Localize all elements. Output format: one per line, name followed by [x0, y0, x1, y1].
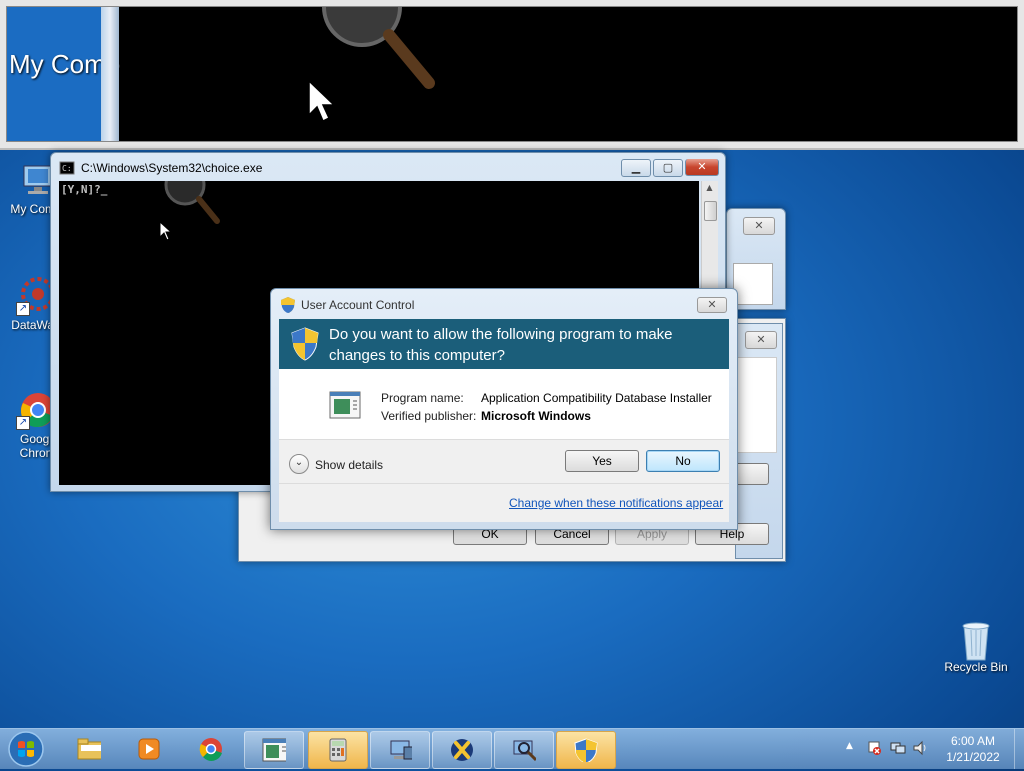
shortcut-arrow-icon: ↗ [16, 302, 30, 316]
taskbar-item-calculator[interactable] [308, 731, 368, 769]
change-notifications-link[interactable]: Change when these notifications appear [509, 496, 723, 510]
clock-time: 6:00 AM [950, 734, 996, 748]
system-clock[interactable]: 6:00 AM 1/21/2022 [936, 733, 1010, 765]
taskbar-item-media-player[interactable] [120, 731, 178, 767]
clock-date: 1/21/2022 [946, 750, 1000, 764]
chrome-icon [199, 738, 222, 761]
xbox-x-icon [451, 739, 473, 761]
console-icon: C: [59, 161, 75, 175]
close-icon[interactable]: ✕ [743, 217, 775, 235]
start-button[interactable] [4, 730, 48, 768]
show-desktop-button[interactable] [1014, 729, 1024, 769]
taskbar-item-explorer[interactable] [60, 731, 118, 767]
uac-question: Do you want to allow the following progr… [329, 326, 673, 364]
taskbar-item-xbox[interactable] [432, 731, 492, 769]
action-center-icon[interactable] [866, 740, 882, 756]
maximize-button[interactable]: ▢ [653, 159, 683, 177]
uac-dialog[interactable]: User Account Control ✕ Do you want to al… [270, 288, 738, 530]
magnified-cursor-icon [308, 79, 336, 123]
taskbar-item-chrome[interactable] [182, 731, 240, 767]
console-prompt: [Y,N]?_ [61, 183, 107, 196]
app-installer-icon [262, 738, 286, 762]
close-button[interactable]: ✕ [697, 297, 727, 313]
taskbar-item-network[interactable] [370, 731, 430, 769]
uac-footer: ⌄ Show details Yes No Change when these … [279, 439, 729, 522]
show-hidden-icons-icon[interactable]: ▲ [846, 741, 853, 751]
show-details-label[interactable]: Show details [315, 458, 383, 472]
magnifier-content: My Comp [6, 6, 1018, 142]
network-icon[interactable] [890, 740, 906, 756]
background-dialog-panel [733, 263, 773, 305]
windows-logo-icon [8, 731, 44, 767]
background-dialog-panel [735, 357, 777, 453]
taskbar-item-app-installer[interactable] [244, 731, 304, 769]
calculator-icon [329, 738, 347, 762]
minimize-button[interactable]: ▁ [621, 159, 651, 177]
background-dialog-button[interactable] [733, 463, 769, 485]
console-prompt-text: [Y,N]? [61, 183, 101, 196]
console-window-title: C:\Windows\System32\choice.exe [81, 161, 263, 175]
desktop-icon-label: Recycle Bin [944, 660, 1008, 674]
taskbar-item-uac[interactable] [556, 731, 616, 769]
no-button[interactable]: No [646, 450, 720, 472]
program-name-label: Program name: [381, 391, 464, 405]
media-player-icon [138, 738, 160, 760]
uac-shield-icon [574, 738, 598, 762]
console-cursor: _ [100, 183, 108, 196]
divider [279, 483, 729, 484]
recycle-bin-icon [956, 618, 996, 661]
yes-button[interactable]: Yes [565, 450, 639, 472]
uac-header-banner: Do you want to allow the following progr… [279, 319, 729, 369]
network-computer-icon [390, 740, 412, 760]
mouse-cursor-icon [159, 221, 173, 241]
program-name-value: Application Compatibility Database Insta… [481, 391, 712, 405]
svg-text:C:: C: [62, 164, 72, 173]
taskbar-item-search-computer[interactable] [494, 731, 554, 769]
uac-large-shield-icon [291, 327, 319, 361]
close-button[interactable]: ✕ [685, 159, 719, 176]
folder-icon [77, 738, 101, 760]
uac-program-info: Program name: Application Compatibility … [279, 369, 729, 439]
program-icon [329, 391, 361, 419]
desktop-icon-recycle-bin[interactable]: Recycle Bin [940, 618, 1012, 674]
publisher-value: Microsoft Windows [481, 409, 591, 423]
uac-title: User Account Control [301, 298, 415, 312]
scrollbar-thumb[interactable] [704, 201, 717, 221]
uac-shield-icon [281, 297, 295, 313]
volume-icon[interactable] [912, 740, 928, 756]
magnifier-view: My Comp [0, 0, 1024, 150]
close-icon[interactable]: ✕ [745, 331, 777, 349]
publisher-label: Verified publisher: [381, 409, 477, 423]
scroll-up-icon[interactable]: ▲ [704, 183, 715, 195]
magnified-window-edge [101, 7, 119, 141]
search-computer-icon [513, 740, 536, 762]
magnified-desktop: My Comp [7, 7, 120, 141]
chevron-down-icon[interactable]: ⌄ [289, 454, 309, 474]
taskbar: ▲ 6:00 AM 1/21/2022 [0, 728, 1024, 769]
shortcut-arrow-icon: ↗ [16, 416, 30, 430]
